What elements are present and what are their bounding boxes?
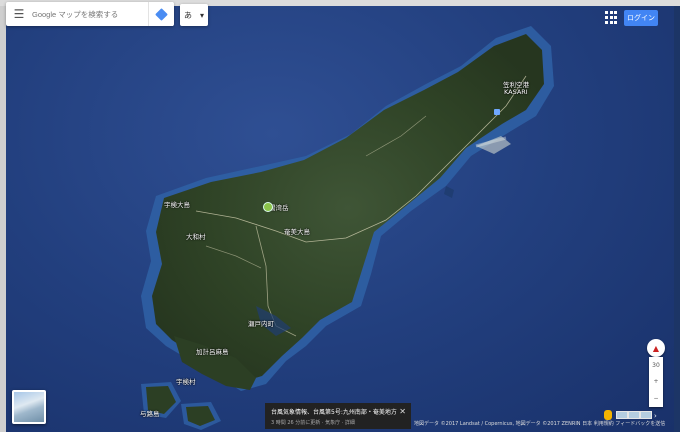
zoom-level: 30 bbox=[652, 361, 660, 369]
map-label-amami-oshima: 奄美大島 bbox=[284, 228, 310, 236]
menu-icon[interactable]: ☰ bbox=[6, 2, 32, 26]
notification-title: 台風気象情報、台風第5号:九州南部・奄美地方 bbox=[271, 409, 397, 416]
zoom-out-button[interactable]: − bbox=[653, 395, 658, 402]
map-label-setouchi: 瀬戸内町 bbox=[248, 320, 274, 328]
map-attribution: 地図データ ©2017 Landsat / Copernicus, 地図データ … bbox=[414, 421, 666, 427]
chevron-down-icon: ▾ bbox=[199, 10, 204, 20]
map-label-uke: 与路島 bbox=[140, 410, 160, 418]
notification-card[interactable]: 台風気象情報、台風第5号:九州南部・奄美地方 3 時間 26 分前に更新 · 気… bbox=[265, 403, 411, 429]
notification-subtitle: 3 時間 26 分前に更新 · 気象庁 · 詳細 bbox=[271, 420, 355, 426]
map-label-yamato: 大和村 bbox=[186, 233, 206, 241]
close-icon[interactable]: ✕ bbox=[399, 407, 406, 416]
directions-icon bbox=[154, 7, 168, 21]
earth-view-toggle[interactable] bbox=[12, 390, 46, 424]
expand-arrow-icon[interactable]: › bbox=[654, 412, 657, 420]
language-label: あ bbox=[184, 10, 192, 20]
map-label-kasari-en: KASARI bbox=[504, 88, 528, 96]
imagery-thumbnails[interactable] bbox=[616, 411, 652, 419]
island-shape bbox=[141, 26, 554, 430]
map-label-uken: 宇検村 bbox=[176, 378, 196, 386]
search-input[interactable] bbox=[32, 9, 156, 19]
directions-button[interactable] bbox=[148, 2, 173, 26]
map-label-northwest: 宇検大島 bbox=[164, 201, 190, 209]
login-button[interactable]: ログイン bbox=[624, 10, 658, 26]
zoom-control: 30 + − bbox=[649, 357, 663, 407]
street-view-pegman-icon[interactable] bbox=[604, 410, 612, 420]
zoom-in-button[interactable]: + bbox=[653, 378, 658, 385]
map-label-kakeroma: 加計呂麻島 bbox=[196, 348, 229, 356]
mountain-peak-icon[interactable] bbox=[263, 202, 273, 212]
satellite-map[interactable]: 宇検大島 湯湾岳 奄美大島 大和村 瀬戸内町 加計呂麻島 与路島 宇検村 笠利空… bbox=[6, 6, 674, 432]
airport-icon[interactable] bbox=[494, 109, 500, 115]
language-selector[interactable]: あ ▾ bbox=[180, 4, 208, 26]
apps-grid-icon[interactable] bbox=[605, 11, 619, 25]
compass-icon[interactable]: ▲ bbox=[647, 339, 665, 357]
